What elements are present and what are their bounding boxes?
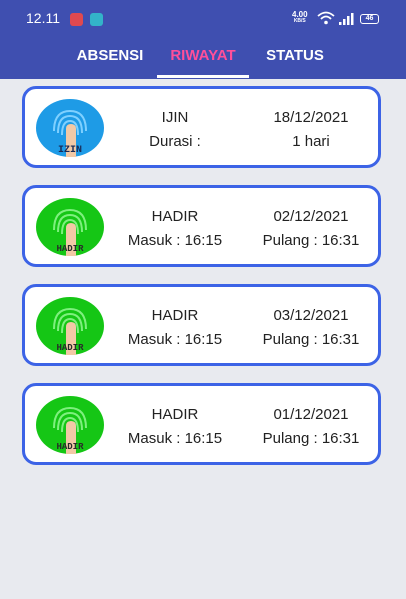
icon-label: IZIN: [58, 145, 82, 156]
tab-absensi[interactable]: ABSENSI: [70, 33, 150, 79]
fingerprint-hadir-icon: HADIR: [36, 396, 104, 454]
fingerprint-hadir-icon: HADIR: [36, 297, 104, 355]
network-speed-value: 4.00: [292, 10, 308, 19]
history-card[interactable]: HADIR HADIR 01/12/2021 Masuk : 16:15 Pul…: [22, 383, 381, 465]
attendance-status: HADIR: [151, 307, 199, 324]
icon-label: HADIR: [56, 343, 84, 353]
icon-label: HADIR: [56, 442, 84, 452]
fingerprint-ijin-icon: IZIN: [36, 99, 104, 157]
network-speed-unit: KB/S: [293, 18, 306, 24]
check-out-time: Pulang : 16:31: [262, 232, 360, 249]
attendance-status: HADIR: [151, 208, 199, 225]
notification-app-icon: [70, 13, 83, 26]
history-card[interactable]: HADIR HADIR 03/12/2021 Masuk : 16:15 Pul…: [22, 284, 381, 366]
wifi-icon: [317, 11, 335, 25]
notification-chat-icon: [90, 13, 103, 26]
signal-icon: [339, 13, 354, 25]
attendance-status: HADIR: [151, 406, 199, 423]
attendance-date: 18/12/2021: [273, 109, 349, 126]
attendance-date: 03/12/2021: [273, 307, 349, 324]
network-speed: 4.00 KB/S: [292, 11, 308, 25]
check-out-time: Pulang : 16:31: [262, 430, 360, 447]
status-bar: 12.11 4.00 KB/S 46: [0, 0, 406, 33]
attendance-status: IJIN: [161, 109, 189, 126]
history-card[interactable]: HADIR HADIR 02/12/2021 Masuk : 16:15 Pul…: [22, 185, 381, 267]
active-tab-indicator: [157, 75, 249, 78]
duration-label: Durasi :: [149, 133, 201, 150]
tab-riwayat[interactable]: RIWAYAT: [157, 33, 249, 79]
attendance-date: 01/12/2021: [273, 406, 349, 423]
tab-bar: ABSENSI RIWAYAT STATUS: [0, 33, 406, 79]
status-time: 12.11: [26, 10, 60, 26]
check-in-time: Masuk : 16:15: [127, 232, 223, 249]
tab-status[interactable]: STATUS: [258, 33, 332, 79]
fingerprint-hadir-icon: HADIR: [36, 198, 104, 256]
check-out-time: Pulang : 16:31: [262, 331, 360, 348]
check-in-time: Masuk : 16:15: [127, 331, 223, 348]
battery-icon: 46: [360, 14, 379, 24]
attendance-date: 02/12/2021: [273, 208, 349, 225]
check-in-time: Masuk : 16:15: [127, 430, 223, 447]
icon-label: HADIR: [56, 244, 84, 254]
history-card[interactable]: IZIN IJIN 18/12/2021 Durasi : 1 hari: [22, 86, 381, 168]
duration-value: 1 hari: [292, 133, 330, 150]
